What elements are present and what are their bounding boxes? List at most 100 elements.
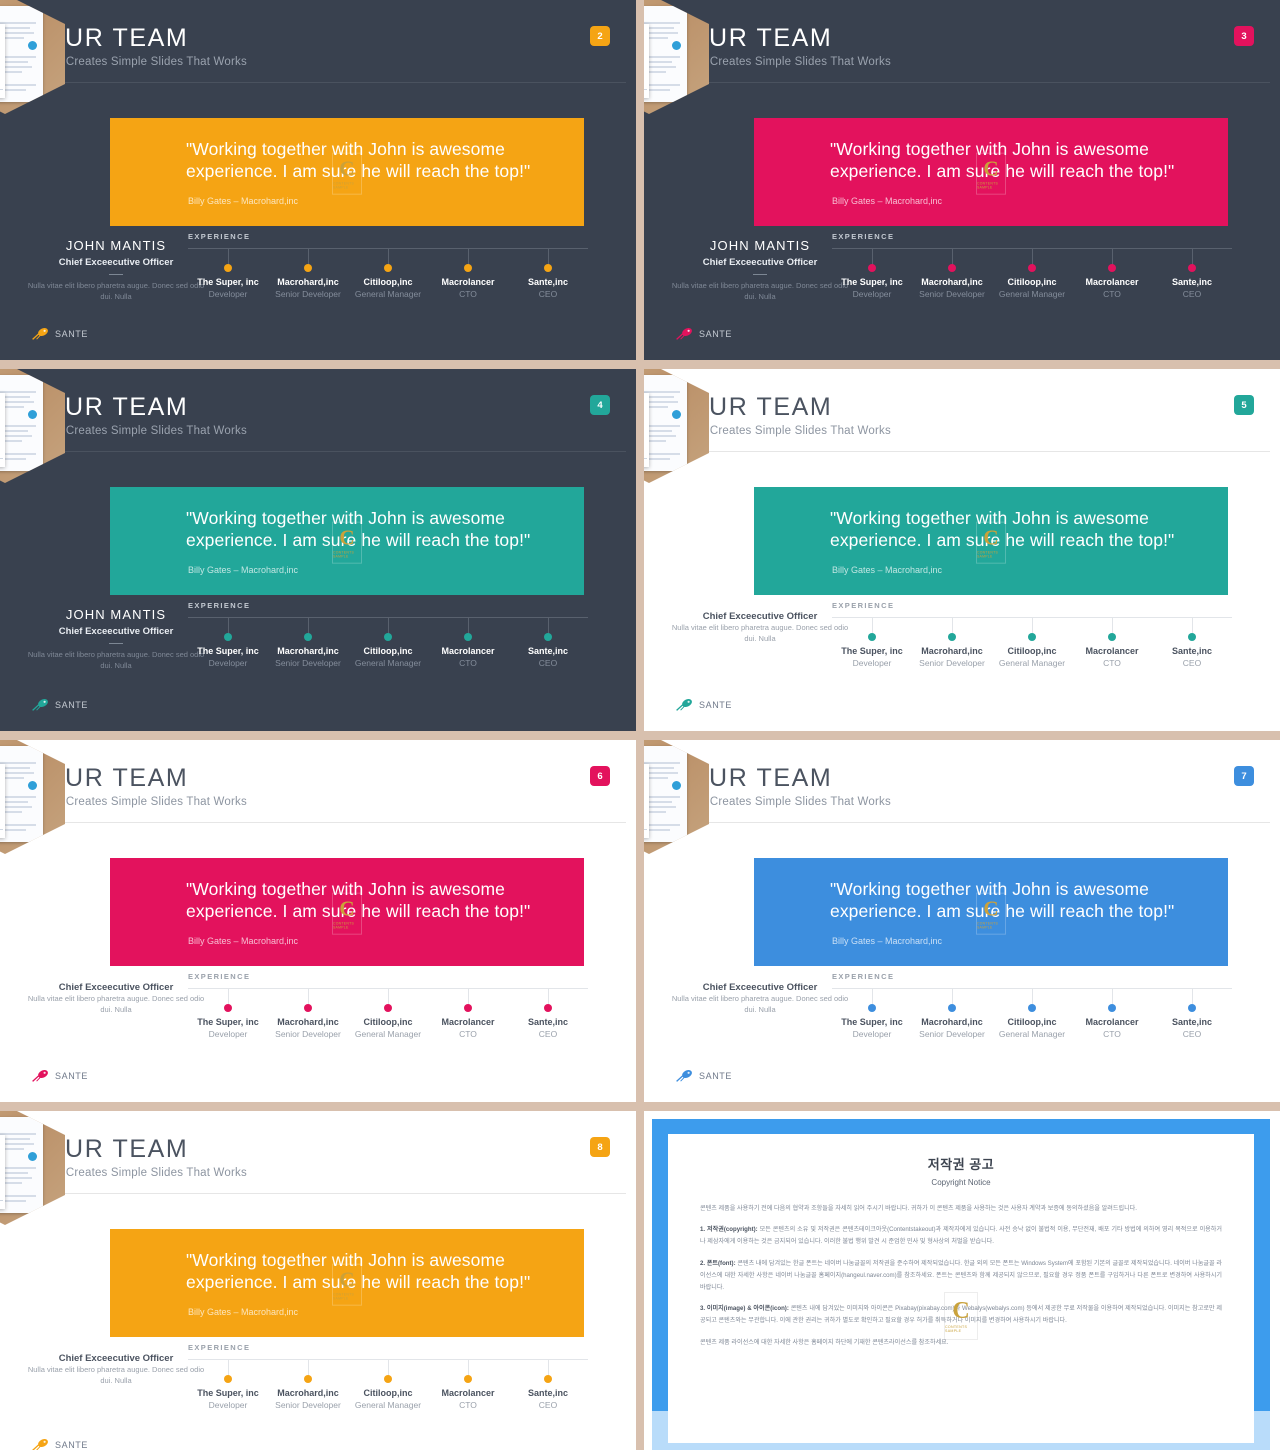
experience-position: Developer xyxy=(852,1029,892,1039)
quote-text: "Working together with John is awesome e… xyxy=(186,508,531,551)
experience-item[interactable]: The Super, inc Developer xyxy=(188,248,268,299)
footer-logo[interactable]: SANTE xyxy=(32,1438,88,1450)
experience-item[interactable]: Sante,inc CEO xyxy=(508,617,588,668)
experience-item[interactable]: Macrolancer CTO xyxy=(428,617,508,668)
slide-8[interactable]: OUR TEAM We Creates Simple Slides That W… xyxy=(0,1111,636,1450)
experience-item[interactable]: Macrolancer CTO xyxy=(428,1359,508,1410)
experience-item[interactable]: Citiloop,inc General Manager xyxy=(348,988,428,1039)
experience-item[interactable]: Macrolancer CTO xyxy=(428,988,508,1039)
logo-text: SANTE xyxy=(55,1439,89,1450)
experience-label: EXPERIENCE xyxy=(832,601,895,610)
experience-item[interactable]: Citiloop,inc General Manager xyxy=(992,988,1072,1039)
experience-item[interactable]: Sante,inc CEO xyxy=(1152,617,1232,668)
copyright-slide[interactable]: 저작권 공고 Copyright Notice 콘텐츠 제품을 사용하기 전에 … xyxy=(644,1111,1280,1450)
quote-author: Billy Gates – Macrohard,inc xyxy=(188,196,299,206)
slide-4[interactable]: OUR TEAM We Creates Simple Slides That W… xyxy=(0,369,636,731)
experience-company: Citiloop,inc xyxy=(363,1388,413,1398)
experience-item[interactable]: The Super, inc Developer xyxy=(832,248,912,299)
footer-logo[interactable]: SANTE xyxy=(32,698,88,711)
experience-timeline: EXPERIENCE The Super, inc Developer Macroh… xyxy=(188,972,588,1039)
experience-item[interactable]: Macrohard,inc Senior Developer xyxy=(912,617,992,668)
copyright-paragraph: 2. 폰트(font): 콘텐츠 내에 담겨있는 한글 폰트는 네이버 나눔글꼴… xyxy=(700,1259,1222,1291)
experience-item[interactable]: Macrolancer CTO xyxy=(1072,617,1152,668)
person-info: Chief Exceecutive Officer Nulla vitae el… xyxy=(26,1349,206,1387)
experience-position: Senior Developer xyxy=(275,658,341,668)
page-subtitle: We Creates Simple Slides That Works xyxy=(689,796,891,808)
slide-7[interactable]: OUR TEAM We Creates Simple Slides That W… xyxy=(644,740,1280,1102)
experience-item[interactable]: Macrohard,inc Senior Developer xyxy=(912,248,992,299)
page-subtitle: We Creates Simple Slides That Works xyxy=(689,56,891,68)
experience-item[interactable]: Sante,inc CEO xyxy=(1152,248,1232,299)
experience-item[interactable]: The Super, inc Developer xyxy=(832,617,912,668)
experience-item[interactable]: Macrolancer CTO xyxy=(1072,988,1152,1039)
footer-logo[interactable]: SANTE xyxy=(32,1069,88,1082)
page-title: OUR TEAM xyxy=(44,393,189,421)
slide-2[interactable]: OUR TEAM We Creates Simple Slides That W… xyxy=(0,0,636,360)
quote-author: Billy Gates – Macrohard,inc xyxy=(188,1307,299,1317)
page-title: OUR TEAM xyxy=(688,24,833,52)
experience-item[interactable]: Citiloop,inc General Manager xyxy=(992,617,1072,668)
experience-timeline: EXPERIENCE The Super, inc Developer Macroh… xyxy=(188,232,588,299)
experience-items: The Super, inc Developer Macrohard,inc Seni… xyxy=(832,617,1232,668)
experience-position: Senior Developer xyxy=(275,289,341,299)
experience-position: CTO xyxy=(1103,1029,1121,1039)
slide-5[interactable]: OUR TEAM We Creates Simple Slides That W… xyxy=(644,369,1280,731)
rocket-icon xyxy=(676,698,692,711)
slide-3[interactable]: OUR TEAM We Creates Simple Slides That W… xyxy=(644,0,1280,360)
experience-company: Macrohard,inc xyxy=(921,277,983,287)
experience-item[interactable]: Sante,inc CEO xyxy=(508,248,588,299)
experience-item[interactable]: The Super, inc Developer xyxy=(188,1359,268,1410)
person-description: Nulla vitae elit libero pharetra augue. … xyxy=(27,994,205,1015)
resume-sheet xyxy=(0,6,43,102)
experience-item[interactable]: The Super, inc Developer xyxy=(188,988,268,1039)
experience-company: Sante,inc xyxy=(1171,277,1212,287)
experience-company: The Super, inc xyxy=(197,277,259,287)
experience-item[interactable]: Macrolancer CTO xyxy=(428,248,508,299)
divider xyxy=(109,274,123,275)
experience-item[interactable]: Macrohard,inc Senior Developer xyxy=(268,988,348,1039)
quote-text: "Working together with John is awesome e… xyxy=(186,139,531,182)
experience-item[interactable]: Macrolancer CTO xyxy=(1072,248,1152,299)
page-subtitle: We Creates Simple Slides That Works xyxy=(45,425,247,437)
experience-item[interactable]: Macrohard,inc Senior Developer xyxy=(268,248,348,299)
experience-company: The Super, inc xyxy=(841,277,903,287)
slide-6[interactable]: OUR TEAM We Creates Simple Slides That W… xyxy=(0,740,636,1102)
footer-logo[interactable]: SANTE xyxy=(676,698,732,711)
person-role: Chief Exceecutive Officer xyxy=(702,982,818,993)
quote-band: "Working together with John is awesome e… xyxy=(754,487,1228,595)
experience-item[interactable]: Macrohard,inc Senior Developer xyxy=(912,988,992,1039)
rocket-icon xyxy=(32,327,48,340)
experience-position: CTO xyxy=(459,1400,477,1410)
experience-item[interactable]: The Super, inc Developer xyxy=(188,617,268,668)
copyright-paper: 저작권 공고 Copyright Notice 콘텐츠 제품을 사용하기 전에 … xyxy=(668,1134,1254,1443)
header-divider xyxy=(654,82,1270,83)
experience-item[interactable]: Citiloop,inc General Manager xyxy=(348,248,428,299)
experience-timeline: EXPERIENCE The Super, inc Developer Macroh… xyxy=(832,601,1232,668)
quote-band: "Working together with John is awesome e… xyxy=(110,487,584,595)
chart-sheet xyxy=(644,764,649,838)
quote-text: "Working together with John is awesome e… xyxy=(830,879,1175,922)
experience-company: Macrolancer xyxy=(1085,1017,1139,1027)
experience-item[interactable]: Citiloop,inc General Manager xyxy=(348,617,428,668)
experience-item[interactable]: Sante,inc CEO xyxy=(508,988,588,1039)
rocket-icon xyxy=(676,1069,692,1082)
footer-logo[interactable]: SANTE xyxy=(676,327,732,340)
experience-item[interactable]: The Super, inc Developer xyxy=(832,988,912,1039)
quote-band: "Working together with John is awesome e… xyxy=(110,1229,584,1337)
experience-item[interactable]: Citiloop,inc General Manager xyxy=(348,1359,428,1410)
person-description: Nulla vitae elit libero pharetra augue. … xyxy=(27,1365,205,1386)
experience-item[interactable]: Sante,inc CEO xyxy=(1152,988,1232,1039)
experience-item[interactable]: Sante,inc CEO xyxy=(508,1359,588,1410)
experience-position: CTO xyxy=(1103,289,1121,299)
watermark-text: CONTENTS SAMPLE xyxy=(333,550,355,559)
divider xyxy=(753,274,767,275)
experience-item[interactable]: Citiloop,inc General Manager xyxy=(992,248,1072,299)
footer-logo[interactable]: SANTE xyxy=(32,327,88,340)
experience-item[interactable]: Macrohard,inc Senior Developer xyxy=(268,1359,348,1410)
footer-logo[interactable]: SANTE xyxy=(676,1069,732,1082)
experience-position: Developer xyxy=(852,658,892,668)
divider xyxy=(109,643,123,644)
experience-item[interactable]: Macrohard,inc Senior Developer xyxy=(268,617,348,668)
experience-company: Citiloop,inc xyxy=(1007,1017,1057,1027)
logo-text: SANTE xyxy=(699,699,733,710)
